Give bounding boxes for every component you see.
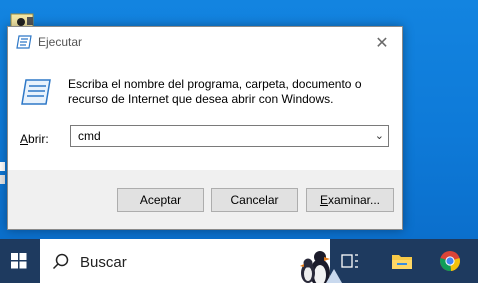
task-view-icon bbox=[341, 254, 358, 268]
browse-button-label: xaminar... bbox=[327, 193, 381, 207]
file-explorer-button[interactable] bbox=[382, 239, 422, 283]
ok-button[interactable]: Aceptar bbox=[117, 188, 204, 212]
run-dialog: Ejecutar ✕ Escriba el nombre del program… bbox=[7, 26, 403, 230]
open-label: Abrir: bbox=[20, 132, 49, 146]
title-bar[interactable]: Ejecutar ✕ bbox=[8, 27, 402, 58]
dialog-description: Escriba el nombre del programa, carpeta,… bbox=[68, 77, 388, 107]
close-icon: ✕ bbox=[375, 34, 389, 52]
file-explorer-icon bbox=[392, 255, 412, 269]
ok-button-label: Aceptar bbox=[139, 193, 182, 207]
close-button[interactable]: ✕ bbox=[362, 27, 402, 58]
cancel-button[interactable]: Cancelar bbox=[211, 188, 298, 212]
open-label-accelerator: A bbox=[20, 132, 29, 146]
search-placeholder: Buscar bbox=[80, 254, 127, 271]
chevron-down-icon[interactable]: ⌄ bbox=[375, 129, 384, 142]
chrome-button[interactable] bbox=[430, 239, 470, 283]
search-box[interactable]: Buscar bbox=[40, 239, 342, 283]
dialog-title: Ejecutar bbox=[38, 35, 83, 49]
search-icon bbox=[52, 253, 69, 270]
cancel-button-label: Cancelar bbox=[230, 193, 279, 207]
run-icon bbox=[16, 35, 32, 49]
task-view-button[interactable] bbox=[330, 239, 370, 283]
open-label-text: brir: bbox=[28, 132, 49, 146]
start-button[interactable] bbox=[0, 239, 38, 283]
browse-button[interactable]: Examinar... bbox=[306, 188, 394, 212]
description-line-2: recurso de Internet que desea abrir con … bbox=[68, 92, 334, 106]
browse-accelerator: E bbox=[319, 193, 328, 207]
command-combobox[interactable]: cmd ⌄ bbox=[70, 125, 389, 147]
dialog-body: Escriba el nombre del programa, carpeta,… bbox=[8, 58, 402, 170]
chrome-icon bbox=[440, 251, 460, 272]
taskbar: Buscar bbox=[0, 239, 478, 283]
run-program-icon bbox=[21, 79, 51, 105]
desktop-icon-edge bbox=[0, 160, 6, 190]
command-input[interactable]: cmd bbox=[78, 129, 101, 143]
windows-logo-icon bbox=[11, 253, 27, 269]
description-line-1: Escriba el nombre del programa, carpeta,… bbox=[68, 77, 362, 91]
